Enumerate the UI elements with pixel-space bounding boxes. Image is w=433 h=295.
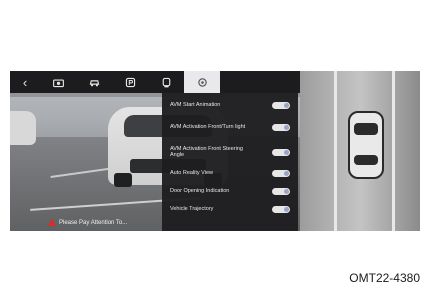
vehicle-trajectory-toggle[interactable] [272, 206, 290, 213]
avm-activation-steering-angle-toggle[interactable] [272, 148, 290, 156]
menu-item-label: AVM Activation Front/Turn light [170, 123, 246, 130]
menu-item-label: AVM Activation Front Steering Angle [170, 145, 243, 159]
menu-item-label: Door Opening Indication [170, 188, 230, 195]
menu-item-avm-activation-steering-angle: AVM Activation Front Steering Angle [170, 140, 290, 164]
camera-view-button[interactable] [40, 71, 76, 93]
parking-stripe [334, 71, 337, 231]
menu-item-avm-activation-front-turn-light: AVM Activation Front/Turn light [170, 115, 290, 139]
door-opening-indication-toggle[interactable] [272, 188, 290, 195]
warning-text: Please Pay Attention To... [59, 219, 128, 226]
menu-item-auto-reality-view: Auto Reality View [170, 165, 290, 182]
parking-icon [125, 77, 135, 87]
warning-message: Please Pay Attention To... [48, 219, 127, 226]
back-arrow-icon: ‹ [22, 74, 28, 90]
menu-item-door-opening-indication: Door Opening Indication [170, 183, 290, 200]
menu-item-label: Auto Reality View [170, 170, 214, 177]
own-vehicle-top-view [348, 111, 384, 179]
car-view-icon [89, 79, 99, 86]
settings-gear-icon [197, 77, 207, 87]
figure-code: OMT22-4380 [349, 271, 420, 285]
auto-reality-view-toggle[interactable] [272, 170, 290, 177]
camera-view-icon [52, 78, 64, 87]
vehicle-rear-window [354, 155, 378, 165]
rear-camera-button[interactable] [148, 71, 184, 93]
top-toolbar: ‹ [10, 71, 300, 93]
menu-item-label: Vehicle Trajectory [170, 206, 214, 213]
avm-screen: Please Pay Attention To... ‹ AVM Start A… [10, 71, 420, 231]
parked-car-left [10, 111, 36, 145]
settings-button[interactable] [184, 71, 220, 93]
vehicle-windshield [354, 123, 378, 135]
parking-button[interactable] [112, 71, 148, 93]
menu-item-vehicle-trajectory: Vehicle Trajectory [170, 201, 290, 218]
car-wheel [114, 173, 132, 187]
avm-start-animation-toggle[interactable] [272, 102, 290, 109]
rear-camera-icon [162, 77, 170, 87]
avm-activation-turn-light-toggle[interactable] [272, 123, 290, 131]
car-view-button[interactable] [76, 71, 112, 93]
menu-item-avm-start-animation: AVM Start Animation [170, 97, 290, 114]
birds-eye-view [300, 71, 420, 231]
parking-stripe [392, 71, 395, 231]
menu-item-label: AVM Start Animation [170, 102, 221, 109]
avm-settings-menu: AVM Start Animation AVM Activation Front… [162, 93, 298, 231]
warning-triangle-icon [48, 219, 56, 226]
back-button[interactable]: ‹ [10, 71, 40, 93]
